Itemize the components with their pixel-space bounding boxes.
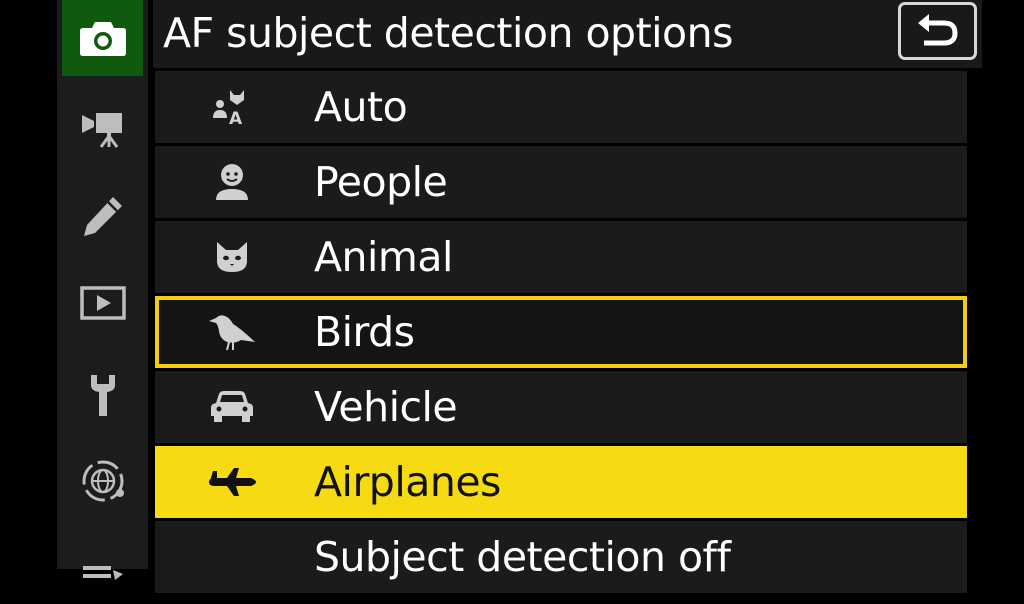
option-label: Airplanes (314, 458, 501, 506)
option-airplanes[interactable]: Airplanes (155, 446, 967, 518)
page-title: AF subject detection options (163, 9, 733, 57)
person-icon (201, 162, 263, 202)
playback-icon (79, 286, 126, 320)
menu-header: AF subject detection options (153, 0, 982, 68)
tab-custom-settings[interactable] (62, 178, 143, 254)
tab-my-menu[interactable] (62, 528, 143, 604)
option-birds[interactable]: Birds (155, 296, 967, 368)
option-vehicle[interactable]: Vehicle (155, 371, 967, 443)
option-label: People (314, 158, 448, 206)
return-arrow-icon (917, 14, 958, 46)
tab-photo-shooting[interactable] (62, 0, 143, 76)
option-people[interactable]: People (155, 146, 967, 218)
car-icon (201, 387, 263, 427)
bird-icon (201, 312, 263, 352)
option-animal[interactable]: Animal (155, 221, 967, 293)
subject-detection-option-list: A Auto People Animal Birds Vehicle Airpl… (155, 71, 967, 596)
option-label: Subject detection off (314, 533, 731, 581)
tab-playback[interactable] (62, 265, 143, 341)
network-icon (82, 460, 124, 502)
movie-camera-icon (81, 113, 122, 148)
tab-setup[interactable] (62, 357, 143, 433)
back-button[interactable] (898, 2, 977, 60)
camera-icon (79, 22, 126, 56)
airplane-icon (201, 462, 263, 502)
option-label: Animal (314, 233, 453, 281)
option-label: Auto (314, 83, 408, 131)
tab-network[interactable] (62, 443, 143, 519)
auto-subject-icon: A (201, 87, 263, 127)
option-label: Birds (314, 308, 415, 356)
svg-text:A: A (229, 109, 243, 126)
option-auto[interactable]: A Auto (155, 71, 967, 143)
menu-tab-rail (57, 0, 148, 580)
pencil-icon (83, 197, 122, 236)
wrench-icon (90, 375, 115, 416)
option-label: Vehicle (314, 383, 458, 431)
cat-icon (201, 237, 263, 277)
my-menu-icon (82, 566, 123, 580)
tab-video-recording[interactable] (62, 91, 143, 167)
option-subject-detection-off[interactable]: Subject detection off (155, 521, 967, 593)
